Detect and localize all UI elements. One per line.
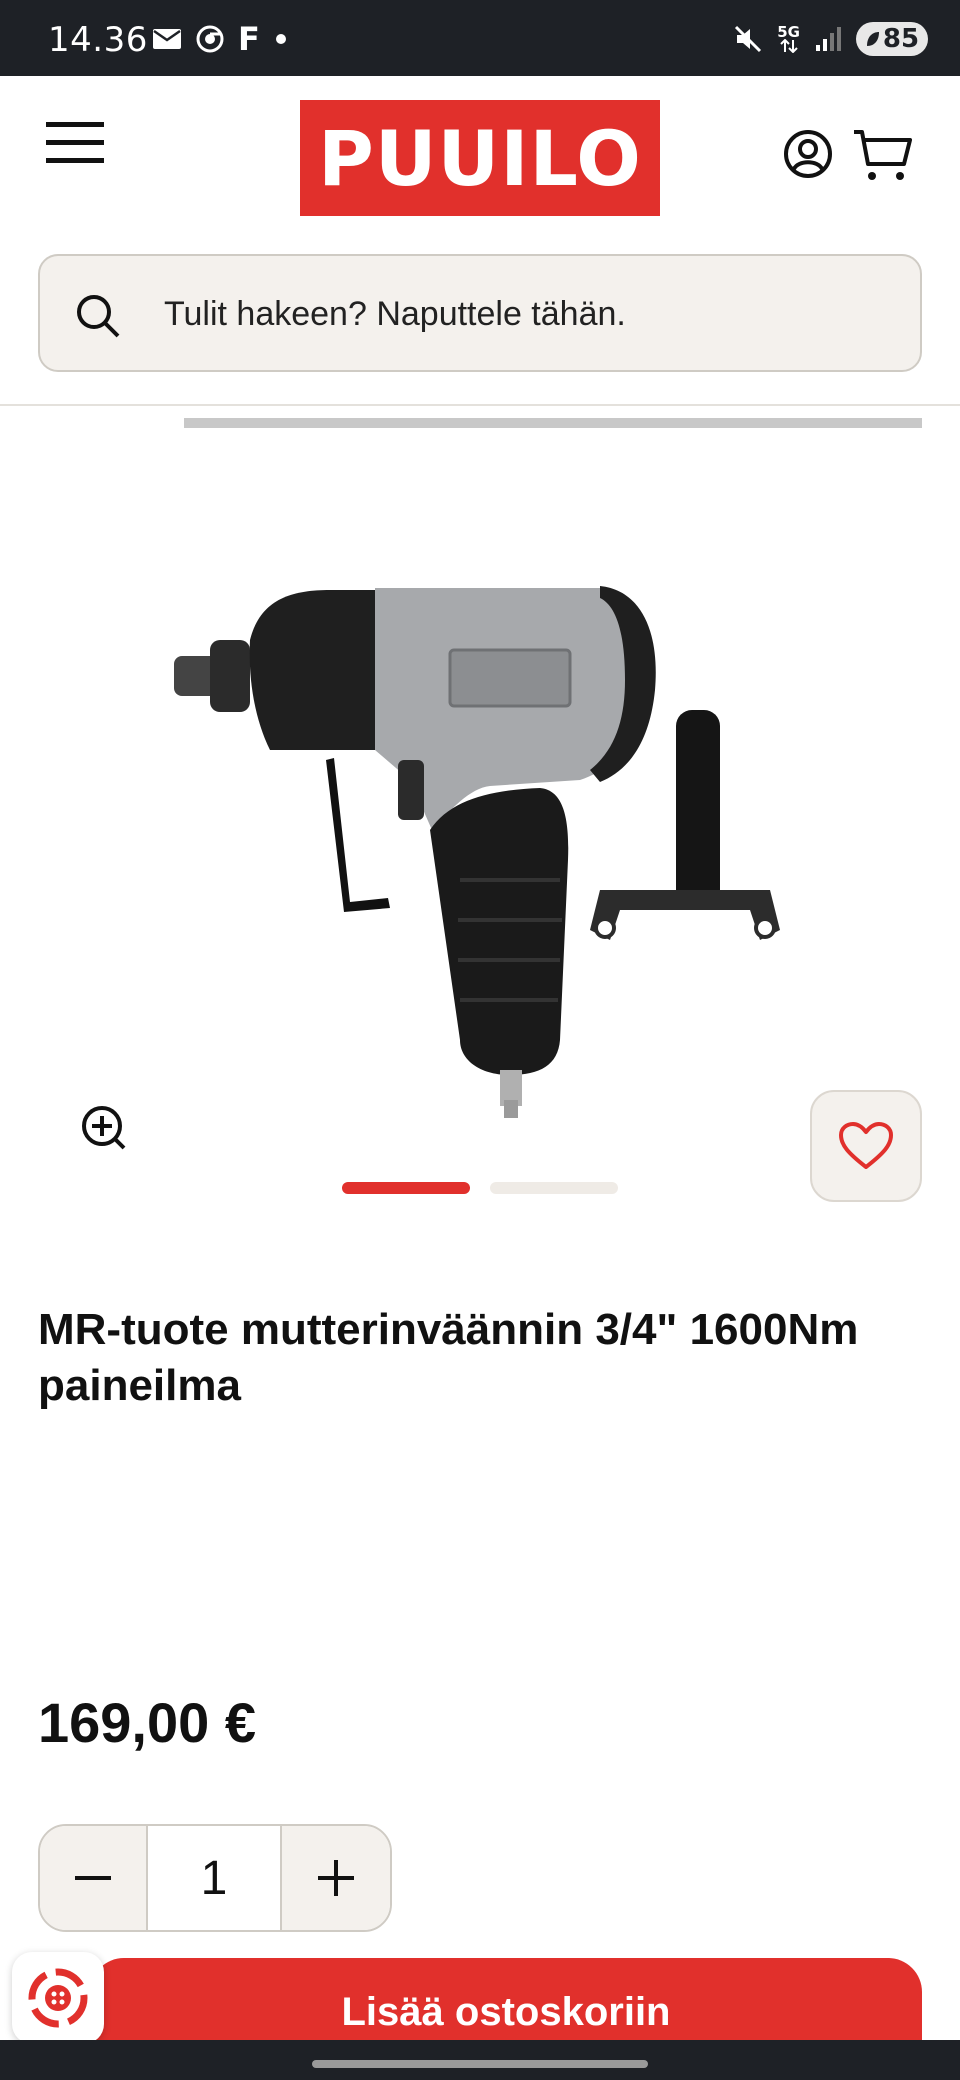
add-to-cart-label: Lisää ostoskoriin bbox=[341, 1990, 671, 2034]
quantity-stepper: 1 bbox=[38, 1824, 392, 1932]
network-label: 5G bbox=[777, 23, 800, 41]
product-title: MR-tuote mutterinväännin 3/4" 1600Nm pai… bbox=[38, 1305, 859, 1410]
quantity-value[interactable]: 1 bbox=[148, 1826, 280, 1930]
f-icon: F bbox=[238, 20, 260, 58]
product-price: 169,00 € bbox=[38, 1691, 256, 1754]
pagination-dot-active[interactable] bbox=[342, 1182, 470, 1194]
quantity-increase-button[interactable] bbox=[280, 1826, 390, 1930]
shopping-cart-icon bbox=[854, 130, 912, 180]
chat-widget-button[interactable] bbox=[12, 1952, 104, 2044]
favorite-button[interactable] bbox=[810, 1090, 922, 1202]
impact-wrench-image bbox=[174, 586, 780, 1118]
search-bar[interactable] bbox=[38, 254, 922, 372]
battery-icon: 85 bbox=[856, 22, 928, 56]
mute-icon bbox=[735, 25, 762, 53]
hamburger-menu-icon bbox=[46, 122, 104, 163]
search-icon bbox=[77, 295, 120, 338]
status-time: 14.36 bbox=[48, 20, 148, 60]
search-input[interactable] bbox=[164, 284, 884, 344]
status-notification-icons: F bbox=[152, 20, 288, 58]
status-bar: 14.36 F 5G 85 bbox=[0, 0, 960, 76]
horizontal-scroll-indicator bbox=[184, 418, 922, 428]
cart-button[interactable] bbox=[852, 128, 914, 184]
puuilo-logo[interactable]: PUUILO bbox=[300, 100, 660, 216]
plus-icon bbox=[318, 1860, 354, 1896]
network-5g-icon: 5G bbox=[777, 25, 800, 53]
chat-widget-icon bbox=[28, 1968, 88, 2028]
dot-icon bbox=[275, 34, 286, 44]
minus-icon bbox=[75, 1876, 111, 1880]
product-gallery[interactable] bbox=[0, 440, 960, 1220]
leaf-icon bbox=[866, 32, 879, 46]
gallery-pagination bbox=[342, 1182, 618, 1194]
status-system-icons: 5G 85 bbox=[733, 22, 928, 56]
battery-level: 85 bbox=[882, 24, 920, 54]
account-button[interactable] bbox=[782, 128, 834, 180]
chrome-icon bbox=[196, 25, 224, 53]
zoom-in-icon bbox=[82, 1106, 126, 1150]
signal-icon bbox=[816, 27, 841, 51]
pagination-dot[interactable] bbox=[490, 1182, 618, 1194]
site-header: PUUILO bbox=[0, 76, 960, 406]
system-navigation-bar bbox=[0, 2040, 960, 2080]
heart-icon bbox=[839, 1122, 893, 1169]
menu-button[interactable] bbox=[44, 114, 108, 174]
home-gesture-handle[interactable] bbox=[312, 2060, 648, 2068]
quantity-decrease-button[interactable] bbox=[40, 1826, 148, 1930]
user-icon bbox=[784, 130, 832, 178]
logo-text: PUUILO bbox=[318, 113, 642, 203]
zoom-button[interactable] bbox=[80, 1104, 128, 1152]
mail-icon bbox=[153, 29, 181, 49]
